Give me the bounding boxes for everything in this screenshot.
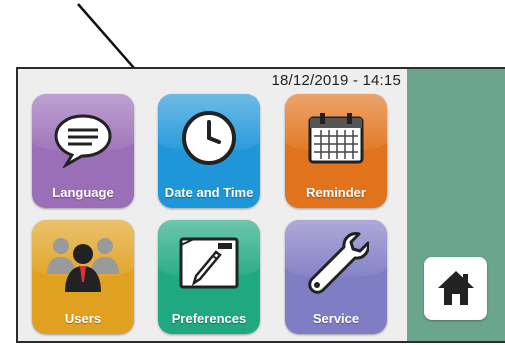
calendar-icon bbox=[308, 113, 364, 164]
home-icon bbox=[438, 271, 474, 305]
tile-label: Language bbox=[52, 185, 114, 200]
tile-label: Users bbox=[64, 311, 102, 326]
datetime-display: 18/12/2019 - 14:15 bbox=[271, 72, 401, 89]
tile-label: Date and Time bbox=[164, 185, 254, 200]
users-icon bbox=[47, 238, 119, 292]
tile-label: Reminder bbox=[306, 185, 366, 200]
pencil-document-icon bbox=[179, 237, 239, 289]
service-tile[interactable]: Service bbox=[285, 220, 387, 334]
speech-bubble-icon bbox=[54, 114, 112, 168]
users-tile[interactable]: Users bbox=[32, 220, 134, 334]
tile-label: Service bbox=[312, 311, 360, 326]
date-and-time-tile[interactable]: Date and Time bbox=[158, 94, 260, 208]
preferences-tile[interactable]: Preferences bbox=[158, 220, 260, 334]
clock-icon bbox=[182, 111, 236, 165]
home-button[interactable] bbox=[424, 257, 487, 320]
reminder-tile[interactable]: Reminder bbox=[285, 94, 387, 208]
tile-label: Preferences bbox=[171, 311, 247, 326]
wrench-icon bbox=[308, 232, 369, 294]
language-tile[interactable]: Language bbox=[32, 94, 134, 208]
